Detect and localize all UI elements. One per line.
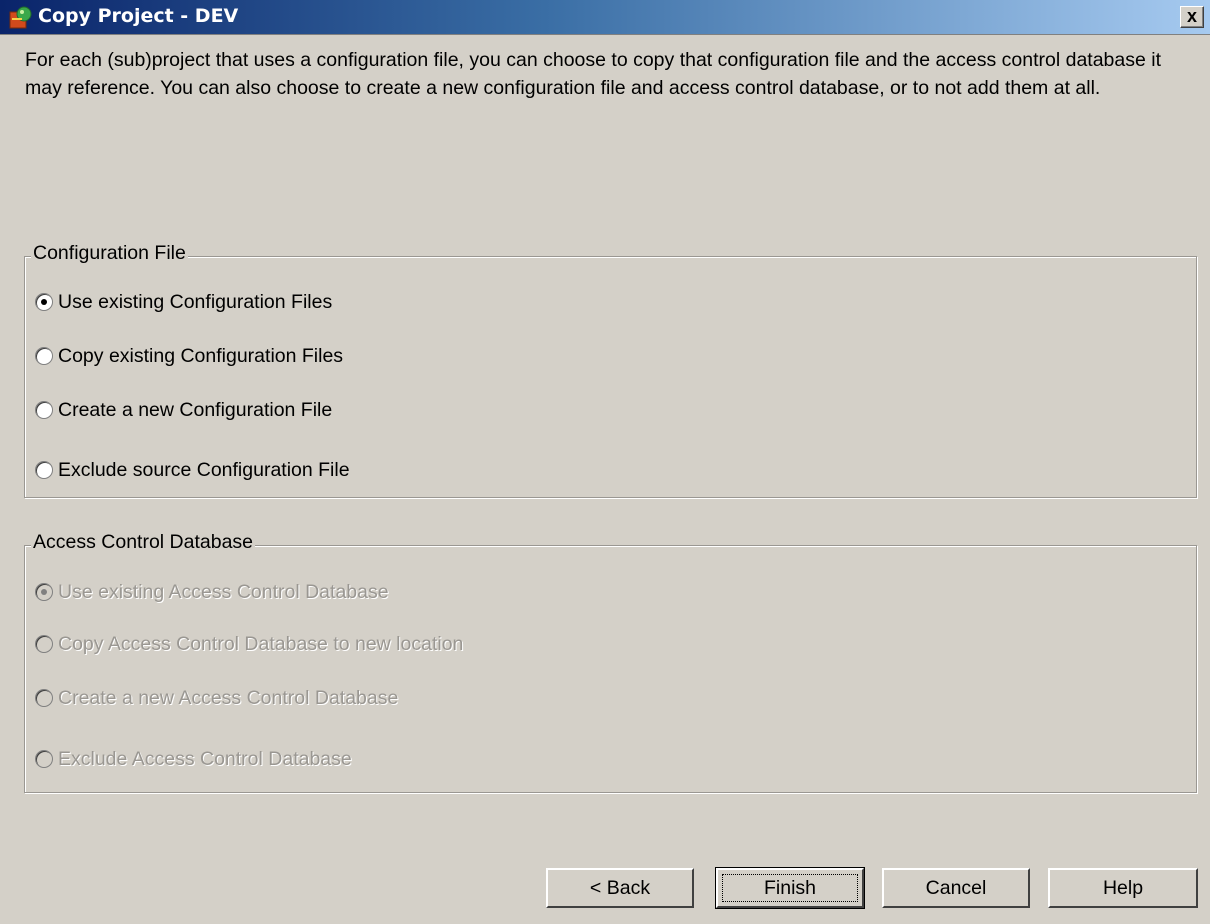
radio-copy-acl-new-location[interactable]: Copy Access Control Database to new loca… — [35, 631, 463, 657]
radio-label: Use existing Configuration Files — [58, 290, 333, 313]
back-button[interactable]: < Back — [546, 868, 694, 908]
radio-button-icon[interactable] — [35, 583, 53, 601]
radio-exclude-acl[interactable]: Exclude Access Control Database — [35, 746, 352, 772]
radio-label: Copy existing Configuration Files — [58, 344, 344, 367]
radio-button-icon[interactable] — [35, 293, 53, 311]
intro-text: For each (sub)project that uses a config… — [25, 49, 1161, 99]
radio-use-existing-acl[interactable]: Use existing Access Control Database — [35, 579, 389, 605]
radio-use-existing-config[interactable]: Use existing Configuration Files — [35, 289, 332, 315]
window-title: Copy Project - DEV — [38, 5, 239, 27]
finish-button[interactable]: Finish — [715, 867, 865, 909]
configuration-file-legend: Configuration File — [31, 242, 188, 265]
radio-button-icon[interactable] — [35, 461, 53, 479]
access-control-database-group: Access Control Database Use existing Acc… — [24, 531, 1197, 793]
radio-label: Use existing Access Control Database — [58, 580, 389, 603]
radio-exclude-source-config[interactable]: Exclude source Configuration File — [35, 457, 350, 483]
close-icon: x — [1186, 6, 1197, 26]
focus-rectangle — [722, 874, 858, 902]
cancel-button[interactable]: Cancel — [882, 868, 1030, 908]
radio-button-icon[interactable] — [35, 401, 53, 419]
radio-button-icon[interactable] — [35, 689, 53, 707]
radio-create-new-config[interactable]: Create a new Configuration File — [35, 397, 332, 423]
close-button[interactable]: x — [1180, 6, 1204, 28]
radio-label: Exclude Access Control Database — [58, 747, 352, 770]
radio-label: Copy Access Control Database to new loca… — [58, 632, 464, 655]
radio-button-icon[interactable] — [35, 347, 53, 365]
radio-label: Exclude source Configuration File — [58, 458, 350, 481]
radio-copy-existing-config[interactable]: Copy existing Configuration Files — [35, 343, 343, 369]
radio-create-new-acl[interactable]: Create a new Access Control Database — [35, 685, 398, 711]
configuration-file-group: Configuration File Use existing Configur… — [24, 242, 1197, 498]
help-button[interactable]: Help — [1048, 868, 1198, 908]
radio-label: Create a new Configuration File — [58, 398, 333, 421]
radio-button-icon[interactable] — [35, 635, 53, 653]
radio-label: Create a new Access Control Database — [58, 686, 399, 709]
access-control-database-legend: Access Control Database — [31, 531, 256, 554]
radio-button-icon[interactable] — [35, 750, 53, 768]
title-bar: Copy Project - DEV x — [0, 0, 1210, 35]
app-icon — [9, 6, 32, 29]
